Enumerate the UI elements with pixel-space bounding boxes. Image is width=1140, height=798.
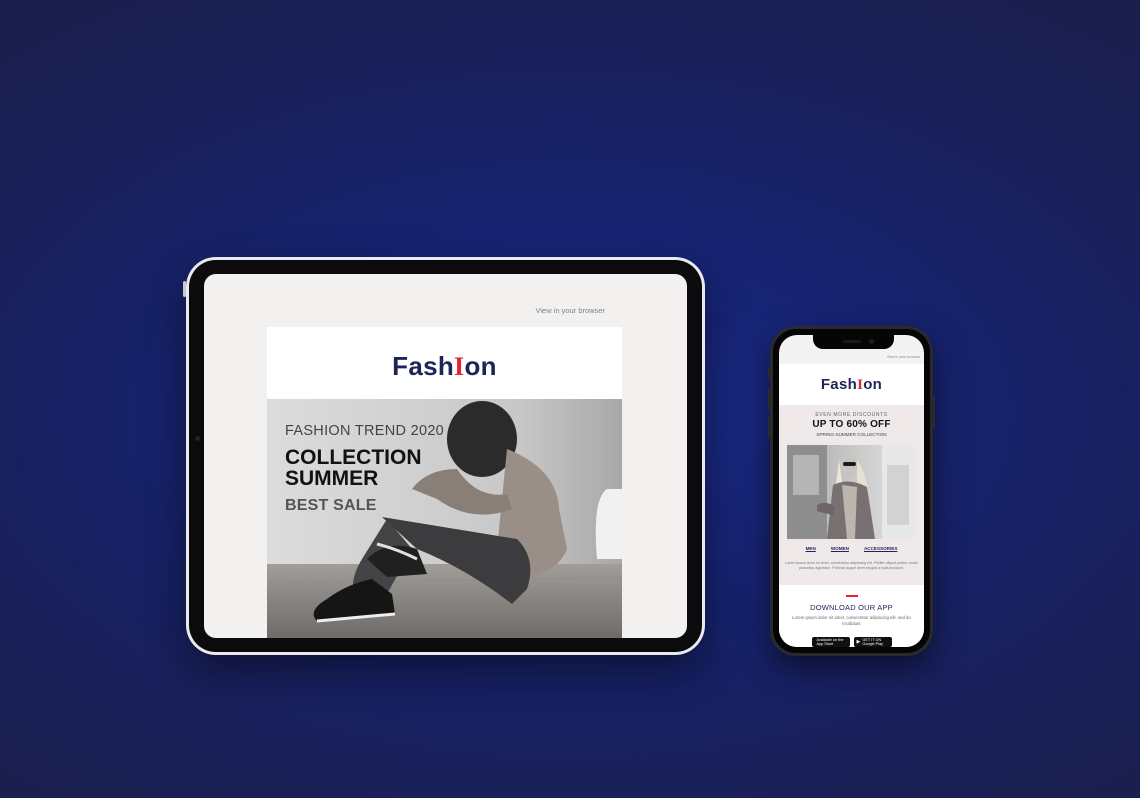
google-play-button[interactable]: ▶ GET IT ON Google Play xyxy=(853,637,892,647)
phone-screen: View in your browser FashIon EVEN MORE D… xyxy=(779,335,924,647)
hero-sale-text: BEST SALE xyxy=(285,497,377,514)
phone-volume-down xyxy=(768,416,771,438)
hero-headline: COLLECTION SUMMER xyxy=(285,446,422,490)
tablet-power-button xyxy=(183,281,186,297)
phone-device: View in your browser FashIon EVEN MORE D… xyxy=(768,326,935,656)
phone-camera xyxy=(869,339,874,344)
download-title: DOWNLOAD OUR APP xyxy=(810,603,893,612)
section-divider xyxy=(846,595,858,597)
promo-photo[interactable] xyxy=(787,445,916,539)
nav-link-men[interactable]: MEN xyxy=(806,546,816,551)
brand-logo[interactable]: FashIon xyxy=(779,376,924,394)
phone-silent-switch xyxy=(768,366,771,378)
promo-description: Lorem ipsum dolor sit amet, consectetur … xyxy=(785,561,918,570)
promo-subtitle: EVEN MORE DISCOUNTS xyxy=(815,412,888,418)
download-description: Lorem ipsum dolor sit amet, consectetur … xyxy=(792,615,911,626)
phone-bezel: View in your browser FashIon EVEN MORE D… xyxy=(773,329,930,653)
phone-logo-header: FashIon xyxy=(779,364,924,405)
tablet-bezel: View in your browser FashIon FASHION TRE… xyxy=(189,260,702,652)
app-download-section: DOWNLOAD OUR APP Lorem ipsum dolor sit a… xyxy=(779,585,924,647)
hero-banner[interactable]: FASHION TREND 2020 COLLECTION SUMMER BES… xyxy=(267,399,622,638)
view-in-browser-link[interactable]: View in your browser xyxy=(536,306,605,315)
app-store-button[interactable]: Available on the App Store xyxy=(811,637,850,647)
phone-volume-up xyxy=(768,388,771,410)
phone-power-button xyxy=(932,396,935,428)
google-play-icon: ▶ xyxy=(856,638,861,645)
phone-speaker xyxy=(843,340,861,343)
tablet-device: View in your browser FashIon FASHION TRE… xyxy=(183,257,705,655)
nav-link-women[interactable]: WOMEN xyxy=(831,546,849,551)
hero-trend-text: FASHION TREND 2020 xyxy=(285,423,445,439)
promo-section: EVEN MORE DISCOUNTS UP TO 60% OFF SPRING… xyxy=(779,405,924,585)
promo-collection: SPRING-SUMMER COLLECTION xyxy=(816,432,887,437)
promo-headline: UP TO 60% OFF xyxy=(812,419,891,430)
tablet-camera xyxy=(195,436,200,441)
brand-logo[interactable]: FashIon xyxy=(267,351,622,382)
tablet-screen: View in your browser FashIon FASHION TRE… xyxy=(204,274,687,638)
store-badges: Available on the App Store ▶ GET IT ON Go… xyxy=(779,637,924,647)
nav-link-accessories[interactable]: ACCESSORIES xyxy=(864,546,897,551)
category-nav: MEN WOMEN ACCESSORIES xyxy=(779,546,924,551)
view-in-browser-link[interactable]: View in your browser xyxy=(887,355,920,359)
phone-notch xyxy=(813,335,894,349)
promo-model-illustration xyxy=(787,445,916,539)
newsletter-card: FashIon FASHION TREND 2020 COLLECTION SU… xyxy=(267,327,622,638)
